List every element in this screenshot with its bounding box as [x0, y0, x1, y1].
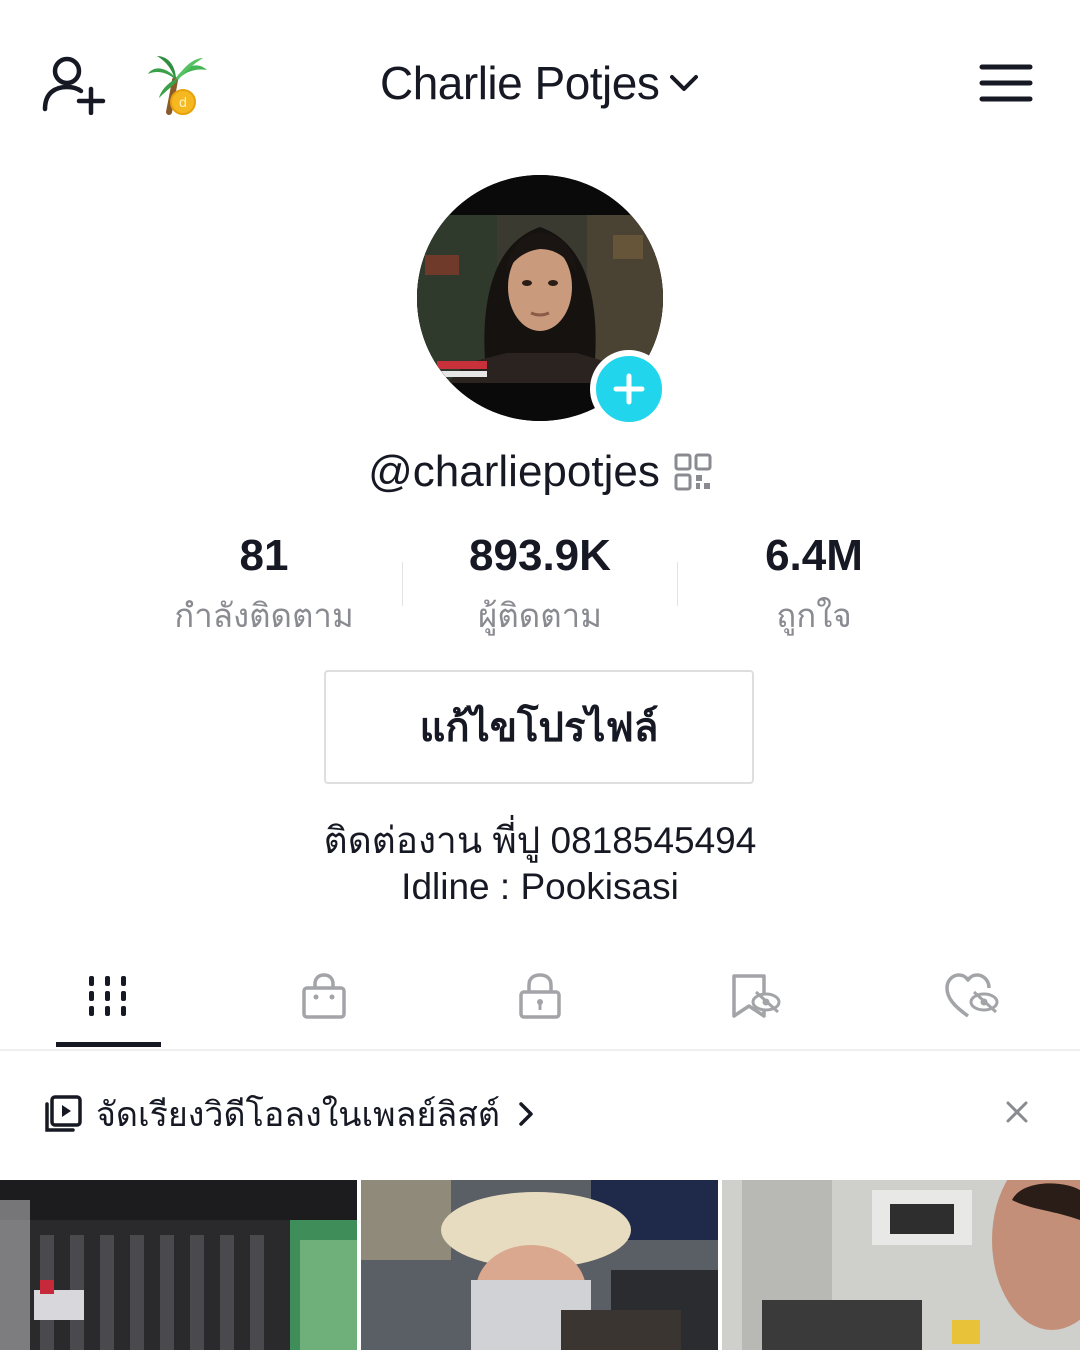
stat-followers[interactable]: 893.9K ผู้ติดตาม [410, 528, 670, 636]
video-thumbnail[interactable] [361, 1180, 718, 1350]
stat-divider [677, 562, 678, 606]
plus-icon [613, 373, 645, 405]
chevron-down-icon [670, 75, 699, 91]
video-grid-icon [89, 976, 126, 1016]
lock-icon [519, 973, 561, 1019]
following-label: กำลังติดตาม [174, 597, 354, 634]
active-tab-indicator [56, 1042, 161, 1047]
svg-text:d: d [179, 96, 187, 111]
account-switcher[interactable]: Charlie Potjes [380, 55, 699, 111]
bio: ติดต่องาน พี่ปู 0818545494 Idline : Pook… [0, 818, 1080, 910]
close-icon[interactable] [1005, 1100, 1029, 1124]
add-avatar-button[interactable] [590, 350, 668, 428]
bookmark-hidden-icon [732, 974, 781, 1018]
tab-shop[interactable] [216, 945, 432, 1047]
following-count: 81 [239, 531, 289, 580]
likes-count: 6.4M [765, 531, 863, 580]
followers-count: 893.9K [469, 531, 611, 580]
account-name: Charlie Potjes [380, 57, 660, 109]
profile-header: d Charlie Potjes [0, 0, 1080, 165]
shopping-bag-icon [302, 973, 346, 1019]
stat-likes[interactable]: 6.4M ถูกใจ [684, 528, 944, 636]
profile-handle: @charliepotjes [368, 447, 660, 496]
playlist-icon [45, 1095, 82, 1132]
heart-hidden-icon [945, 973, 999, 1018]
playlist-banner-text: จัดเรียงวิดีโอลงในเพลย์ลิสต์ [96, 1096, 500, 1134]
qr-code-icon[interactable] [674, 453, 712, 491]
profile-tabs [0, 945, 1080, 1051]
tab-videos[interactable] [0, 945, 216, 1047]
stat-following[interactable]: 81 กำลังติดตาม [134, 528, 394, 636]
edit-profile-button[interactable]: แก้ไขโปรไฟล์ [324, 670, 754, 784]
video-thumbnail[interactable] [722, 1180, 1080, 1350]
playlist-banner[interactable]: จัดเรียงวิดีโอลงในเพลย์ลิสต์ [0, 1052, 1080, 1176]
video-thumbnail[interactable] [0, 1180, 357, 1350]
tab-saved[interactable] [648, 945, 864, 1047]
chevron-right-icon [519, 1102, 533, 1126]
handle-row: @charliepotjes [0, 440, 1080, 504]
likes-label: ถูกใจ [776, 597, 852, 634]
followers-label: ผู้ติดตาม [478, 597, 602, 634]
person-plus-icon[interactable] [40, 52, 108, 116]
bio-line: Idline : Pookisasi [401, 866, 679, 907]
bio-line: ติดต่องาน พี่ปู 0818545494 [323, 820, 757, 861]
tab-private[interactable] [432, 945, 648, 1047]
hamburger-menu-icon[interactable] [976, 58, 1036, 108]
stat-divider [402, 562, 403, 606]
palm-tree-coin-icon[interactable]: d [145, 50, 211, 116]
tab-liked[interactable] [864, 945, 1080, 1047]
